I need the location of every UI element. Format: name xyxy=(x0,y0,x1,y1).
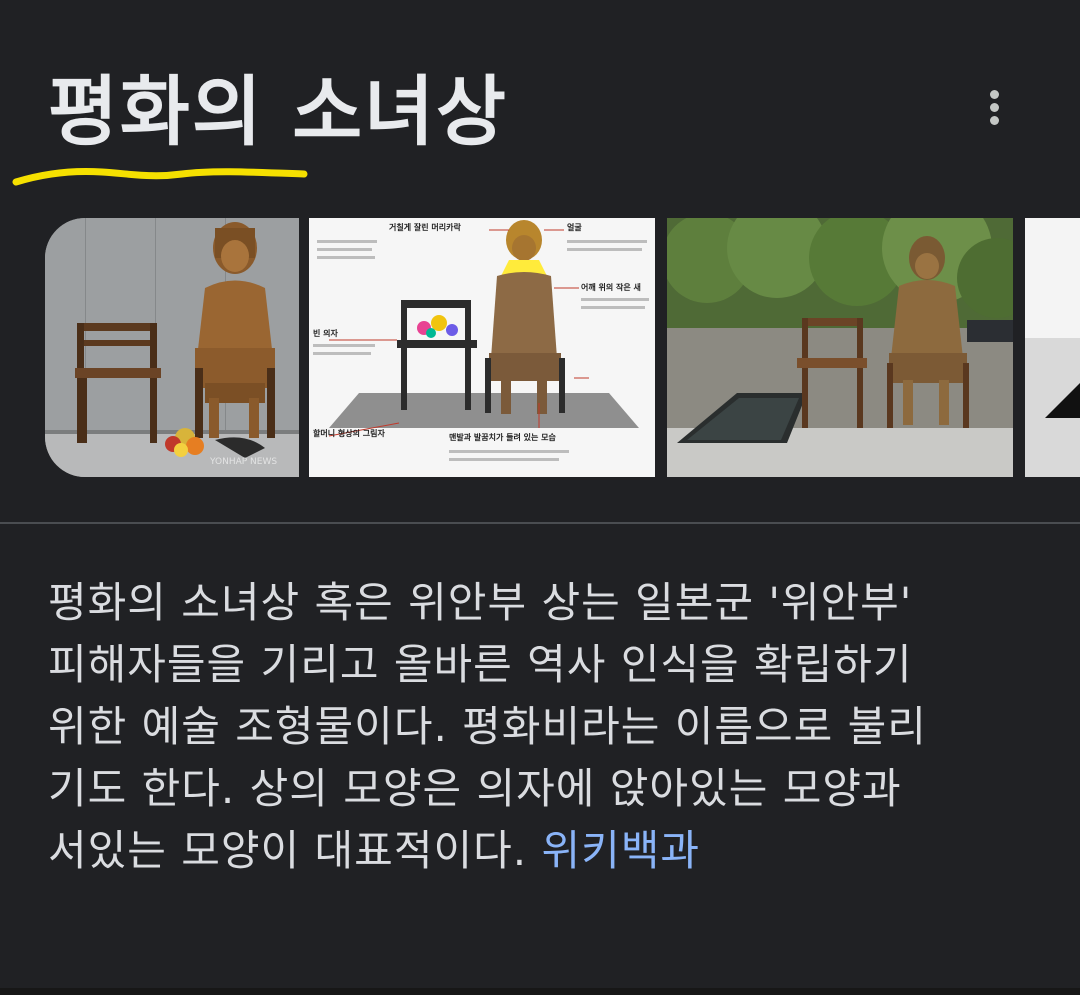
diagram-label: 할머니 형상의 그림자 xyxy=(313,428,385,438)
image-thumbnail[interactable]: YONHAP NEWS xyxy=(45,218,299,477)
knowledge-panel: 평화의 소녀상 YONHAP NEWS 거칠게 잘린 머리카락 얼굴 어깨 위의… xyxy=(0,0,1080,995)
description-line-last: 서있는 모양이 대표적이다. 위키백과 xyxy=(48,820,1048,882)
description-line: 서있는 모양이 대표적이다. xyxy=(48,826,528,875)
description-line: 위한 예술 조형물이다. 평화비라는 이름으로 불리 xyxy=(48,702,927,751)
diagram-label: 어깨 위의 작은 새 xyxy=(581,282,641,292)
diagram-label: 얼굴 xyxy=(567,222,582,232)
diagram-label: 거칠게 잘린 머리카락 xyxy=(389,222,461,232)
image-thumbnail[interactable] xyxy=(667,218,1013,477)
source-link[interactable]: 위키백과 xyxy=(541,826,700,875)
diagram-label: 맨발과 발꿈치가 들려 있는 모습 xyxy=(449,432,556,442)
description-text: 평화의 소녀상 혹은 위안부 상는 일본군 '위안부' 피해자들을 기리고 올바… xyxy=(48,572,1048,882)
description-line: 평화의 소녀상 혹은 위안부 상는 일본군 '위안부' xyxy=(48,578,913,627)
highlight-underline xyxy=(12,168,308,186)
description-line: 피해자들을 기리고 올바른 역사 인식을 확립하기 xyxy=(48,640,913,689)
panel-title: 평화의 소녀상 xyxy=(48,67,508,156)
image-thumbnail[interactable] xyxy=(1025,218,1080,477)
more-vert-icon[interactable] xyxy=(972,82,1018,132)
watermark-text: YONHAP NEWS xyxy=(209,457,277,467)
section-divider xyxy=(0,522,1080,524)
description-line: 기도 한다. 상의 모양은 의자에 앉아있는 모양과 xyxy=(48,764,902,813)
bottom-edge xyxy=(0,988,1080,995)
diagram-label: 빈 의자 xyxy=(313,328,339,338)
image-thumbnail[interactable]: 거칠게 잘린 머리카락 얼굴 어깨 위의 작은 새 빈 의자 맨발과 발꿈치가 … xyxy=(309,218,655,477)
image-carousel[interactable]: YONHAP NEWS 거칠게 잘린 머리카락 얼굴 어깨 위의 작은 새 빈 … xyxy=(0,218,1080,478)
